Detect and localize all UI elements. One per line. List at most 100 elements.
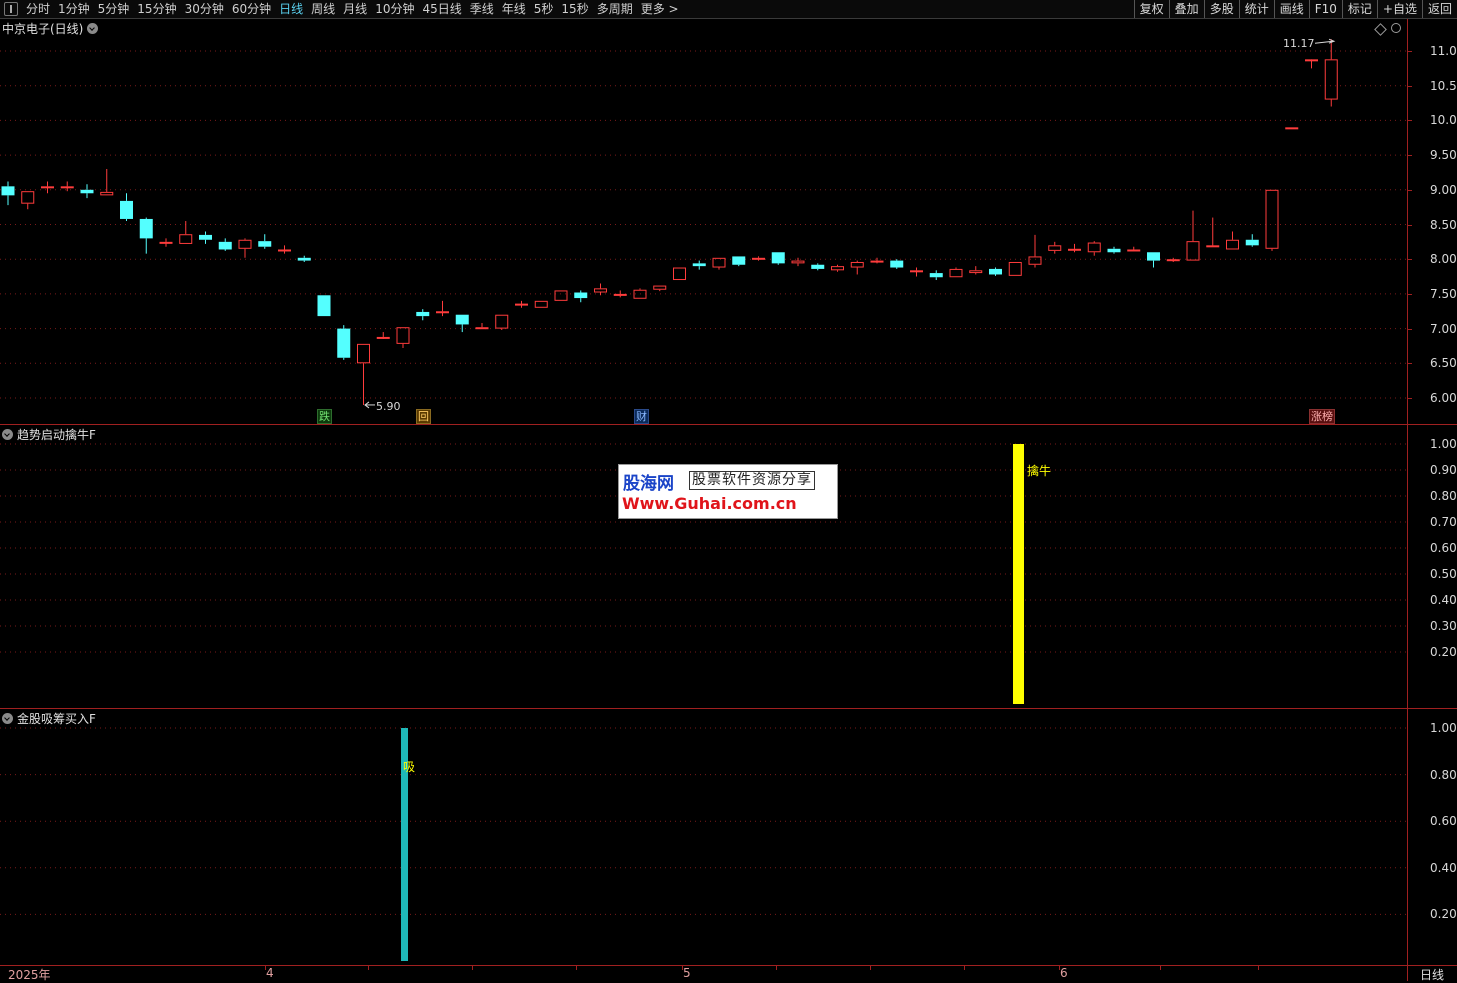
candle[interactable]	[811, 263, 825, 271]
candle[interactable]	[376, 332, 390, 340]
period-tab[interactable]: 60分钟	[228, 0, 275, 18]
candle[interactable]	[436, 300, 449, 317]
candle[interactable]	[534, 300, 548, 308]
candle[interactable]	[752, 256, 765, 261]
candle[interactable]	[910, 267, 923, 277]
tool-button[interactable]: 标记	[1341, 0, 1377, 18]
period-tab[interactable]: 分时	[22, 0, 54, 18]
candle[interactable]	[1265, 189, 1279, 251]
candle[interactable]	[416, 309, 430, 321]
candle[interactable]	[258, 234, 272, 249]
candle[interactable]	[594, 283, 607, 296]
period-tab[interactable]: 年线	[498, 0, 530, 18]
candle[interactable]	[1245, 234, 1259, 247]
candle[interactable]	[41, 181, 54, 194]
candle[interactable]	[1107, 246, 1121, 254]
period-tab[interactable]: 45日线	[418, 0, 465, 18]
candle[interactable]	[712, 257, 726, 270]
period-tab[interactable]: 15秒	[557, 0, 592, 18]
candle[interactable]	[554, 290, 568, 301]
period-tab[interactable]: 5分钟	[94, 0, 134, 18]
candle[interactable]	[692, 260, 706, 270]
candle[interactable]	[317, 295, 331, 317]
candle[interactable]	[929, 270, 943, 281]
period-tab[interactable]: 5秒	[530, 0, 558, 18]
candlestick-chart[interactable]	[0, 19, 1407, 424]
candle[interactable]	[870, 257, 884, 264]
period-tab[interactable]: 1分钟	[54, 0, 94, 18]
candle[interactable]	[159, 238, 173, 247]
period-tab[interactable]: 多周期	[593, 0, 637, 18]
candle[interactable]	[613, 290, 627, 298]
candle[interactable]	[1087, 241, 1101, 256]
candle[interactable]	[653, 285, 667, 292]
candle[interactable]	[673, 267, 686, 281]
candle[interactable]	[850, 260, 864, 275]
candle[interactable]	[120, 193, 133, 222]
candle[interactable]	[1206, 217, 1220, 248]
candle[interactable]	[1285, 127, 1299, 130]
period-tab[interactable]: 季线	[466, 0, 498, 18]
candle[interactable]	[1, 181, 15, 206]
tool-button[interactable]: 叠加	[1168, 0, 1204, 18]
event-tag-cai[interactable]: 财	[634, 409, 649, 424]
candle[interactable]	[297, 255, 311, 262]
tool-button[interactable]: F10	[1308, 0, 1342, 18]
tool-button[interactable]: +自选	[1376, 0, 1422, 18]
tool-button[interactable]: 画线	[1273, 0, 1309, 18]
candle[interactable]	[1166, 257, 1180, 262]
period-tab[interactable]: 10分钟	[371, 0, 418, 18]
menu-toggle-icon[interactable]	[4, 2, 18, 16]
event-tag-die[interactable]: 跌	[317, 409, 332, 424]
candle[interactable]	[791, 257, 805, 267]
candle[interactable]	[199, 231, 212, 244]
candle[interactable]	[179, 221, 193, 244]
candle[interactable]	[218, 238, 232, 251]
candle[interactable]	[1048, 241, 1062, 254]
period-tab[interactable]: 日线	[275, 0, 307, 18]
candle[interactable]	[139, 217, 153, 254]
candle[interactable]	[1186, 210, 1200, 261]
event-tag-hui[interactable]: 回	[416, 409, 431, 424]
candle[interactable]	[21, 191, 35, 210]
current-period-label[interactable]: 日线	[1420, 966, 1444, 983]
candle[interactable]	[831, 264, 844, 272]
event-tag-zhangbang[interactable]: 涨榜	[1309, 409, 1335, 424]
candle[interactable]	[396, 327, 410, 349]
candle[interactable]	[357, 343, 370, 405]
tool-button[interactable]: 复权	[1133, 0, 1169, 18]
candle[interactable]	[1068, 243, 1081, 253]
candle[interactable]	[455, 314, 469, 333]
indicator2-chart[interactable]	[0, 709, 1407, 965]
candle[interactable]	[238, 238, 252, 258]
candle[interactable]	[1324, 39, 1338, 107]
candle[interactable]	[732, 256, 746, 267]
candle[interactable]	[1147, 252, 1160, 268]
candle[interactable]	[515, 300, 528, 308]
candle[interactable]	[1028, 234, 1042, 268]
period-tab[interactable]: 30分钟	[181, 0, 228, 18]
candle[interactable]	[890, 259, 904, 269]
candle[interactable]	[574, 290, 588, 303]
candle[interactable]	[60, 181, 74, 192]
candle[interactable]	[475, 323, 489, 330]
candle[interactable]	[1226, 231, 1239, 250]
candle[interactable]	[278, 245, 291, 254]
candle[interactable]	[1008, 261, 1022, 276]
candle[interactable]	[989, 267, 1002, 276]
tool-button[interactable]: 返回	[1421, 0, 1457, 18]
candle[interactable]	[1127, 246, 1141, 252]
candle[interactable]	[80, 184, 94, 199]
signal-bar[interactable]	[1013, 444, 1024, 704]
period-tab[interactable]: 15分钟	[133, 0, 180, 18]
period-tab[interactable]: 周线	[307, 0, 339, 18]
candle[interactable]	[100, 168, 114, 196]
tool-button[interactable]: 统计	[1238, 0, 1274, 18]
tool-button[interactable]: 多股	[1203, 0, 1239, 18]
period-tab[interactable]: 更多 >	[637, 0, 683, 18]
candle[interactable]	[771, 252, 785, 265]
candle[interactable]	[337, 325, 351, 360]
period-tab[interactable]: 月线	[339, 0, 371, 18]
candle[interactable]	[1305, 59, 1318, 69]
candle[interactable]	[969, 266, 983, 275]
